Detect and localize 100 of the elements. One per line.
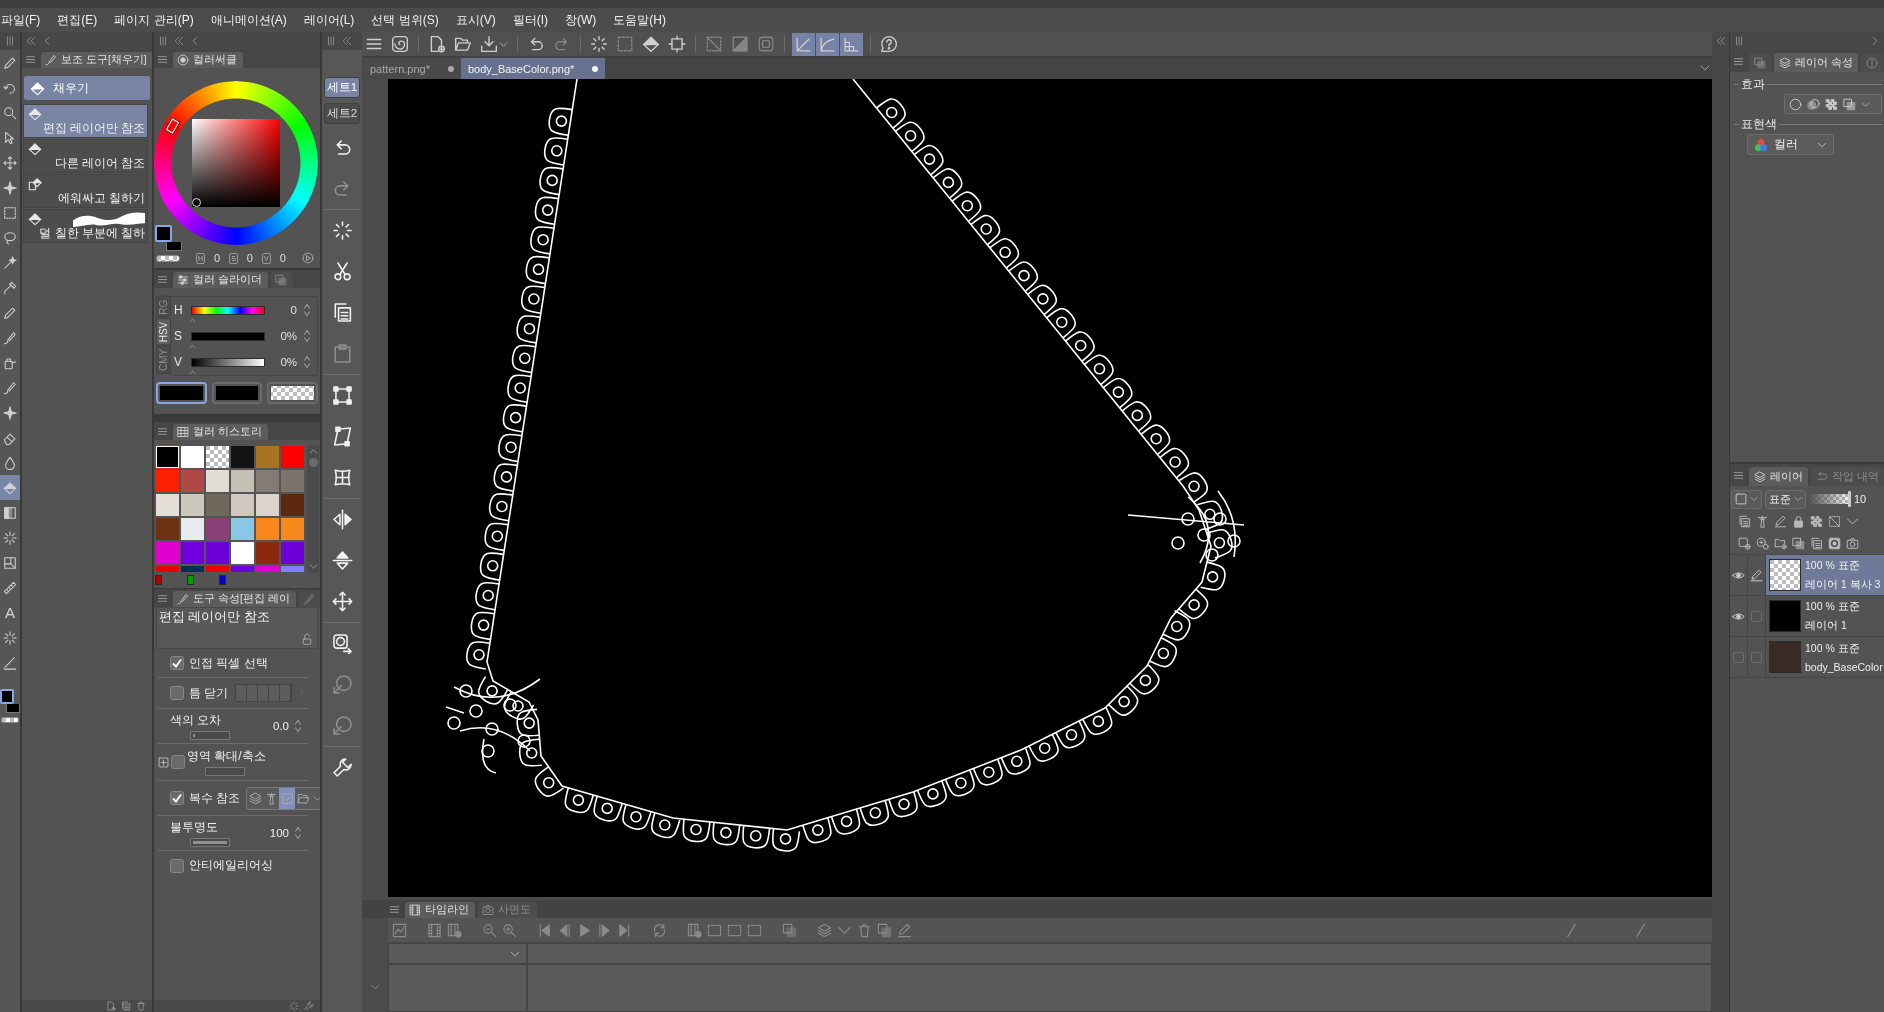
step-back-icon[interactable] — [557, 922, 572, 938]
sub-color-swatch[interactable] — [6, 704, 20, 713]
menu-item[interactable]: 파일(F) — [1, 12, 41, 28]
color-history-swatch[interactable] — [155, 493, 180, 517]
document-tab[interactable]: body_BaseColor.png* — [460, 58, 606, 79]
color-history-swatch[interactable] — [180, 541, 205, 565]
checkbox[interactable] — [170, 791, 184, 805]
panel-tab[interactable] — [270, 272, 293, 288]
edit-target-toggle[interactable] — [1751, 651, 1762, 663]
menu-item[interactable]: 선택 범위(S) — [371, 12, 439, 28]
slider-track[interactable] — [1809, 494, 1851, 504]
color-history-swatch[interactable] — [180, 493, 205, 517]
document-tab[interactable]: pattern.png* — [363, 58, 461, 79]
chevron-right-icon[interactable] — [1870, 36, 1880, 46]
double-chevron-left-icon[interactable] — [174, 36, 184, 46]
square-plus-icon[interactable] — [1738, 536, 1751, 550]
color-history-swatch[interactable] — [280, 469, 305, 493]
menu-icon[interactable] — [157, 425, 168, 437]
color-history-swatch[interactable] — [155, 541, 180, 565]
color-history-swatch[interactable] — [155, 565, 180, 573]
color-history-swatch[interactable] — [255, 469, 280, 493]
color-history-swatch[interactable] — [155, 517, 180, 541]
panel-tab[interactable] — [1749, 53, 1771, 72]
color-history-swatch[interactable] — [280, 565, 305, 573]
color-history-swatch[interactable] — [205, 469, 230, 493]
transparent-swatch[interactable] — [267, 382, 318, 404]
color-history-swatch[interactable] — [230, 469, 255, 493]
menu-item[interactable]: 표시(V) — [455, 12, 496, 28]
snap-toggle-button[interactable] — [840, 32, 863, 56]
chevron-left-icon[interactable] — [42, 36, 52, 46]
command-set-tab[interactable]: 세트1 — [324, 77, 360, 98]
panel-tab[interactable]: 컬러 히스토리 — [173, 424, 268, 440]
graph-icon[interactable] — [392, 922, 407, 938]
layer-row[interactable]: 100 % 표준 레이어 1 복사 3 — [1730, 555, 1884, 596]
color-history-swatch[interactable] — [205, 493, 230, 517]
caret-icon[interactable] — [313, 793, 320, 803]
caret-icon[interactable] — [510, 948, 520, 959]
copy-icon[interactable] — [1810, 536, 1823, 550]
scroll-thumb[interactable] — [308, 458, 318, 467]
caret-icon[interactable] — [1700, 63, 1710, 73]
sub-tool-group-button[interactable]: 채우기 — [24, 76, 150, 100]
plus-box-icon[interactable] — [158, 757, 169, 768]
trash-icon[interactable] — [857, 922, 872, 938]
menu-item[interactable]: 도움말(H) — [613, 12, 666, 28]
chevron-down-icon[interactable] — [370, 982, 380, 992]
checkbox[interactable] — [170, 858, 184, 873]
transparent-color-toggle[interactable] — [1, 717, 19, 723]
grip-icon[interactable] — [158, 36, 168, 46]
pencil-icon[interactable] — [1750, 568, 1763, 582]
play-circle-icon[interactable] — [302, 252, 314, 264]
circle-icon[interactable] — [1789, 97, 1802, 111]
film-icon[interactable] — [427, 922, 442, 938]
menu-item[interactable]: 필터(I) — [512, 12, 548, 28]
grip-icon[interactable] — [1734, 36, 1744, 46]
zoom-in-icon[interactable] — [502, 922, 517, 938]
menu-item[interactable]: 애니메이션(A) — [210, 12, 287, 28]
color-history-swatch[interactable] — [180, 469, 205, 493]
sub-tool-item[interactable]: 편집 레이어만 참조 — [23, 104, 148, 138]
caret-icon[interactable] — [1861, 99, 1870, 109]
double-chevron-left-icon[interactable] — [342, 36, 352, 46]
main-color-swatch[interactable] — [155, 225, 172, 242]
step-forward-icon[interactable] — [597, 922, 612, 938]
squares-icon[interactable] — [1843, 97, 1856, 111]
color-history-swatch[interactable] — [280, 517, 305, 541]
lock-open-icon[interactable] — [301, 633, 313, 645]
checkbox[interactable] — [170, 656, 184, 670]
slider-track[interactable] — [190, 731, 230, 740]
color-history-swatch[interactable] — [255, 445, 280, 469]
menu-item[interactable]: 레이어(L) — [303, 12, 355, 28]
slider-thumb[interactable] — [187, 368, 197, 376]
layer-color-dropdown[interactable] — [1731, 489, 1762, 509]
color-history-swatch[interactable] — [255, 541, 280, 565]
spinner-arrows-icon[interactable] — [294, 826, 302, 840]
visibility-toggle[interactable] — [1733, 651, 1744, 663]
panel-tab[interactable]: 보조 도구[채우기] — [41, 52, 152, 68]
snap-toggle-button[interactable] — [816, 32, 839, 56]
sub-tool-item[interactable]: 에워싸고 칠하기 — [23, 174, 148, 208]
copy-icon[interactable] — [121, 1001, 131, 1011]
pencil-icon[interactable] — [897, 922, 912, 938]
color-history-swatch[interactable] — [230, 565, 255, 573]
slider-track[interactable] — [190, 838, 230, 847]
squares-icon[interactable] — [877, 922, 892, 938]
skip-start-icon[interactable] — [537, 922, 552, 938]
color-history-swatch[interactable] — [280, 541, 305, 565]
panel-tab[interactable]: 컬러써클 — [173, 52, 243, 68]
dots-icon[interactable] — [1810, 514, 1823, 528]
slash-icon[interactable] — [1564, 922, 1579, 938]
menu-icon[interactable] — [389, 903, 400, 915]
color-history-swatch[interactable] — [155, 445, 180, 469]
double-chevron-left-icon[interactable] — [1715, 36, 1726, 46]
color-history-swatch[interactable] — [180, 565, 205, 573]
transparent-color-toggle[interactable] — [156, 254, 180, 262]
color-history-swatch[interactable] — [205, 541, 230, 565]
grip-icon[interactable] — [5, 36, 15, 46]
blend-mode-dropdown[interactable]: 표준 — [1765, 489, 1806, 509]
dashed-rect-icon[interactable] — [727, 922, 742, 938]
sub-color-swatch[interactable] — [211, 382, 263, 404]
panel-tab[interactable] — [1860, 53, 1883, 72]
color-history-swatch[interactable] — [180, 445, 205, 469]
dotted-ring-icon[interactable] — [289, 1001, 299, 1011]
